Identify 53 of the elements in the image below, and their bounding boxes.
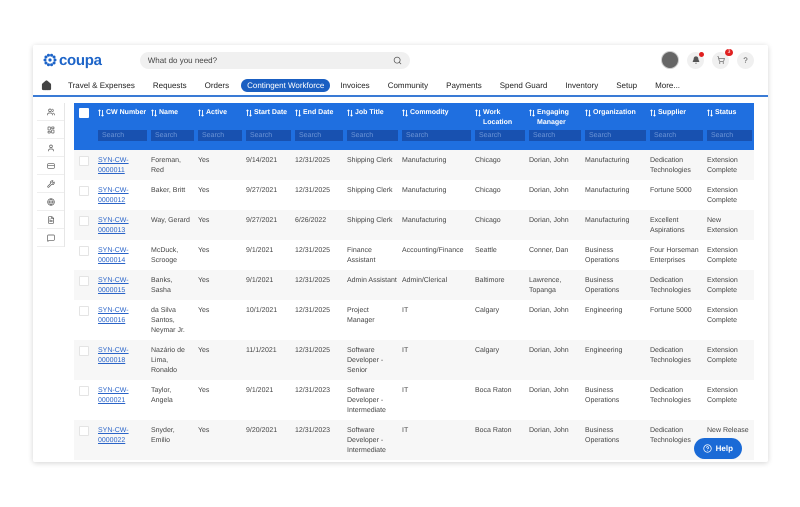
row-checkbox[interactable] xyxy=(79,276,89,286)
nav-tab[interactable]: Inventory xyxy=(559,78,604,92)
row-checkbox[interactable] xyxy=(79,216,89,226)
dashboard-icon xyxy=(46,126,54,134)
global-search-input[interactable]: What do you need? xyxy=(140,52,410,68)
bell-icon xyxy=(692,56,700,64)
sort-icon xyxy=(151,109,157,117)
avatar[interactable] xyxy=(661,51,679,69)
sort-icon xyxy=(707,109,713,117)
people-icon xyxy=(46,108,54,116)
row-checkbox[interactable] xyxy=(79,346,89,356)
sort-icon xyxy=(650,109,656,117)
logo-icon xyxy=(43,53,57,67)
sort-icon xyxy=(347,109,353,117)
logo-text: coupa xyxy=(59,52,102,68)
nav-tab[interactable]: Travel & Expenses xyxy=(62,78,141,92)
sort-icon xyxy=(475,109,481,117)
nav-tab[interactable]: Payments xyxy=(440,78,488,92)
nav-tab[interactable]: Requests xyxy=(146,78,193,92)
nav-tab[interactable]: Community xyxy=(382,78,434,92)
card-icon xyxy=(46,162,54,170)
nav-tab[interactable]: Orders xyxy=(198,78,236,92)
sort-icon xyxy=(402,109,408,117)
sort-icon xyxy=(529,109,535,117)
wrench-icon xyxy=(46,180,54,188)
row-checkbox[interactable] xyxy=(79,306,89,316)
sort-icon xyxy=(295,109,301,117)
nav-tab[interactable]: Invoices xyxy=(334,78,376,92)
search-icon xyxy=(392,56,402,64)
help-icon xyxy=(702,444,712,453)
nav-tab[interactable]: Spend Guard xyxy=(494,78,554,92)
row-checkbox[interactable] xyxy=(79,246,89,256)
nav-tab[interactable]: Contingent Workforce xyxy=(241,78,330,92)
sort-icon xyxy=(585,109,591,117)
sort-icon xyxy=(246,109,252,117)
select-all-checkbox[interactable] xyxy=(79,108,89,118)
home-icon[interactable] xyxy=(41,80,52,90)
chat-icon xyxy=(46,234,54,242)
help-button[interactable]: ? xyxy=(737,52,754,68)
row-checkbox[interactable] xyxy=(79,156,89,166)
nav-tab[interactable]: More... xyxy=(649,78,686,92)
sort-icon xyxy=(98,109,104,117)
row-checkbox[interactable] xyxy=(79,426,89,436)
globe-icon xyxy=(46,198,54,206)
help-chat-button[interactable]: Help xyxy=(694,438,742,459)
row-checkbox[interactable] xyxy=(79,186,89,196)
notifications-button[interactable] xyxy=(687,52,704,68)
row-checkbox[interactable] xyxy=(79,386,89,396)
sort-icon xyxy=(198,109,204,117)
nav-tab[interactable]: Setup xyxy=(610,78,644,92)
document-icon xyxy=(46,216,54,224)
cart-icon xyxy=(716,56,724,64)
person-icon xyxy=(46,144,54,152)
